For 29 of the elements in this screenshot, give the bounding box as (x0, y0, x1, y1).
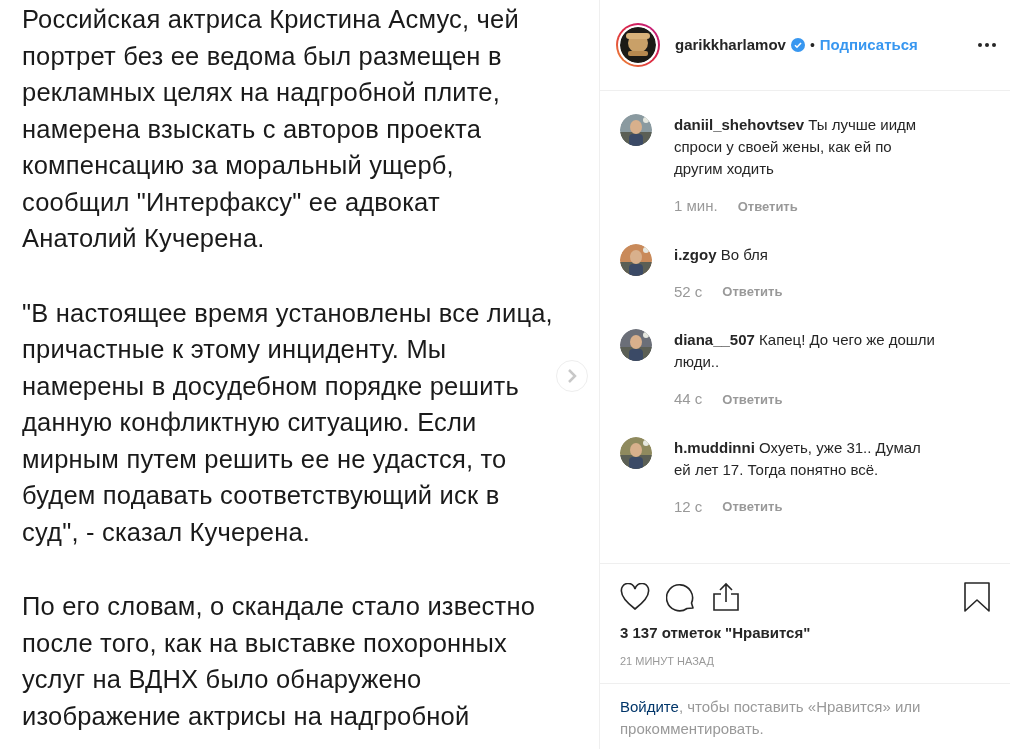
reply-link[interactable]: Ответить (737, 196, 798, 216)
login-link[interactable]: Войдите (620, 698, 679, 715)
comment-time: 1 мин. (674, 196, 718, 216)
comment-time: 44 с (674, 389, 703, 409)
login-prompt: Войдите, чтобы поставить «Нравится» или прокомментировать. (620, 697, 922, 739)
username[interactable]: garikkharlamov (675, 33, 786, 57)
chevron-right-icon (567, 369, 577, 383)
post-time: 21 МИНУТ НАЗАД (620, 653, 716, 669)
likes-count[interactable]: 3 137 отметок "Нравится" (620, 622, 990, 645)
heart-icon[interactable] (620, 583, 650, 611)
paragraph: "В настоящее время установлены все лица, причастные к этому инциденту. Мы намерены в досудебном порядке решить данную конфликтную ситуацию. Если мирным путем решить ее не удастся, то будем подавать соответствующий иск в суд", - сказал Кучерена. (22, 297, 553, 548)
paragraph: Российская актриса Кристина Асмус, чей портрет без ее ведома был размещен в рекламных целях на надгробной плите, намерена взыскать с авторов проекта компенсацию за моральный ущерб, сообщил "Интерфаксу" ее адвокат Анатолий Кучерена. (22, 4, 519, 254)
comment-text: diana__507 Капец! До чего же дошли люди.. (674, 330, 936, 372)
comment-text: i.zgoy Во бля (674, 244, 769, 265)
share-icon[interactable] (712, 582, 740, 612)
avatar-ring[interactable] (616, 23, 660, 67)
comment-icon[interactable] (666, 582, 696, 612)
comment-time: 12 с (674, 496, 703, 517)
more-icon[interactable] (978, 42, 996, 48)
comment-text: h.muddinni Охуеть, уже 31.. Думал ей лет 17. Тогда понятно всё. (674, 437, 922, 480)
separator: • (809, 35, 815, 55)
reply-link[interactable]: Ответить (722, 389, 783, 409)
comment-text: daniil_shehovtsev Ты лучше иидм спроси у своей жены, как ей по другим ходить (674, 115, 918, 179)
paragraph: По его словам, о скандале стало известно после того, как на выставке похоронных услуг на ВДНХ было обнаружено изображение актрисы на надгробной (22, 591, 536, 732)
reply-link[interactable]: Ответить (722, 497, 783, 517)
follow-button[interactable]: Подписаться (819, 33, 918, 57)
reply-link[interactable]: Ответить (722, 282, 783, 302)
comment-time: 52 с (674, 281, 703, 302)
bookmark-icon[interactable] (964, 582, 990, 612)
